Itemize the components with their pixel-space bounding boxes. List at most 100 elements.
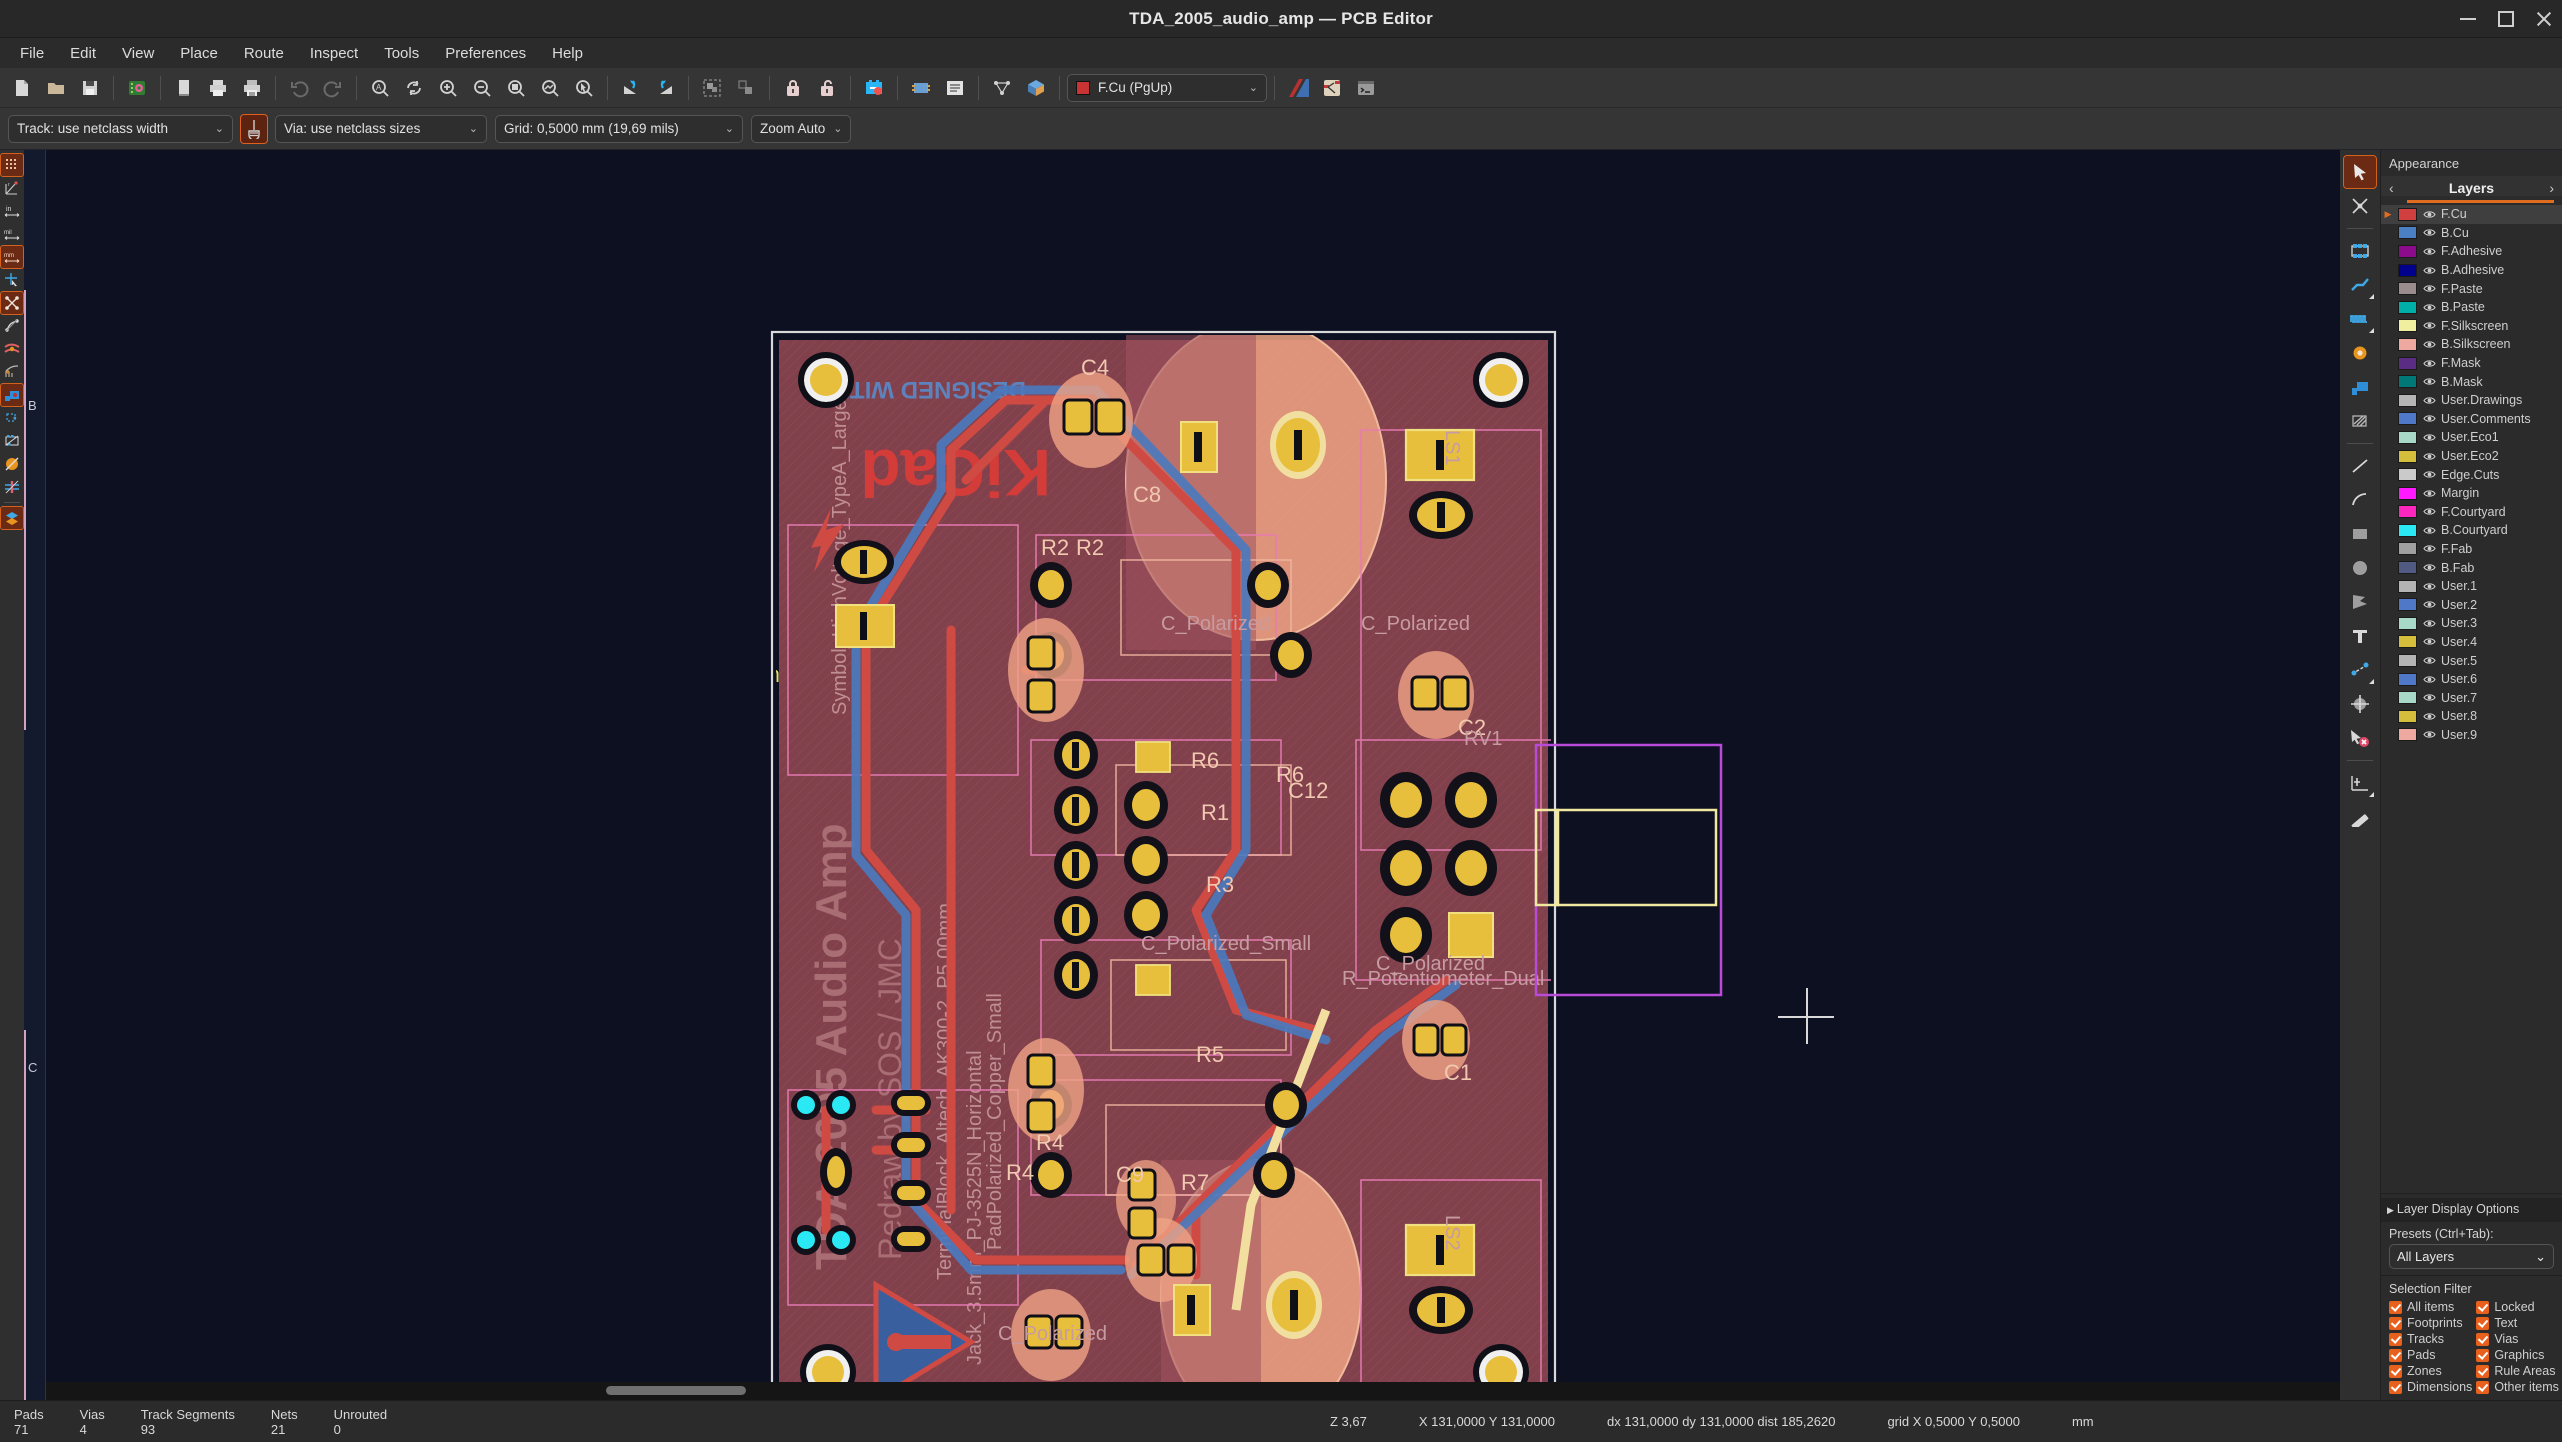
layer-row-user-drawings[interactable]: User.Drawings bbox=[2381, 391, 2562, 410]
layer-color-swatch[interactable] bbox=[2398, 226, 2417, 240]
page-settings-icon[interactable] bbox=[168, 72, 200, 104]
zoom-in-icon[interactable] bbox=[432, 72, 464, 104]
eye-visibility-icon[interactable] bbox=[2422, 321, 2436, 330]
rectangle-icon[interactable] bbox=[2344, 518, 2376, 550]
auto-track-width-icon[interactable] bbox=[240, 113, 268, 144]
menu-file[interactable]: File bbox=[8, 41, 56, 66]
full-crosshair-icon[interactable] bbox=[1, 269, 23, 291]
graphic-sketch-icon[interactable] bbox=[1, 453, 23, 475]
layer-row-edge-cuts[interactable]: Edge.Cuts bbox=[2381, 465, 2562, 484]
eye-visibility-icon[interactable] bbox=[2422, 712, 2436, 721]
layer-row-user-8[interactable]: User.8 bbox=[2381, 707, 2562, 726]
millimeters-icon[interactable]: mm bbox=[0, 245, 24, 269]
checkbox-icon[interactable] bbox=[2389, 1348, 2402, 1362]
filter-graphics[interactable]: Graphics bbox=[2476, 1348, 2559, 1362]
route-track-icon[interactable] bbox=[2344, 269, 2376, 301]
presets-selector[interactable]: All Layers ⌄ bbox=[2389, 1244, 2554, 1269]
footprint-editor-icon[interactable] bbox=[905, 72, 937, 104]
dimension-icon[interactable] bbox=[2344, 654, 2376, 686]
rotate-ccw-icon[interactable] bbox=[615, 72, 647, 104]
menu-route[interactable]: Route bbox=[232, 41, 296, 66]
layer-color-swatch[interactable] bbox=[2398, 263, 2417, 277]
ratsnest-toolbar-icon[interactable] bbox=[986, 72, 1018, 104]
layer-color-swatch[interactable] bbox=[2398, 691, 2417, 705]
tune-meander-icon[interactable] bbox=[2344, 303, 2376, 335]
new-board-icon[interactable] bbox=[6, 72, 38, 104]
layer-row-f-adhesive[interactable]: F.Adhesive bbox=[2381, 242, 2562, 261]
checkbox-icon[interactable] bbox=[2389, 1380, 2402, 1394]
via-sketch-icon[interactable] bbox=[1, 407, 23, 429]
unlock-icon[interactable] bbox=[811, 72, 843, 104]
cursor-arrow-icon[interactable] bbox=[2343, 155, 2377, 189]
scrollbar-thumb[interactable] bbox=[606, 1386, 746, 1395]
track-width-selector[interactable]: Track: use netclass width ⌄ bbox=[8, 114, 233, 143]
line-icon[interactable] bbox=[2344, 450, 2376, 482]
text-icon[interactable] bbox=[2344, 620, 2376, 652]
via-icon[interactable] bbox=[2344, 337, 2376, 369]
layer-row-b-courtyard[interactable]: B.Courtyard bbox=[2381, 521, 2562, 540]
zone-icon[interactable] bbox=[2344, 371, 2376, 403]
layer-row-b-mask[interactable]: B.Mask bbox=[2381, 372, 2562, 391]
checkbox-icon[interactable] bbox=[2476, 1316, 2490, 1330]
zone-outline-icon[interactable] bbox=[1, 361, 23, 383]
layer-row-f-silkscreen[interactable]: F.Silkscreen bbox=[2381, 317, 2562, 336]
next-tab-arrow-icon[interactable]: › bbox=[2549, 180, 2554, 196]
filter-vias[interactable]: Vias bbox=[2476, 1332, 2559, 1346]
save-board-icon[interactable] bbox=[74, 72, 106, 104]
checkbox-icon[interactable] bbox=[2389, 1300, 2402, 1314]
eye-visibility-icon[interactable] bbox=[2422, 414, 2436, 423]
polar-coords-icon[interactable]: r bbox=[1, 177, 23, 199]
layer-color-swatch[interactable] bbox=[2398, 337, 2417, 351]
checkbox-icon[interactable] bbox=[2389, 1316, 2402, 1330]
rotate-cw-icon[interactable] bbox=[649, 72, 681, 104]
mils-icon[interactable]: mil bbox=[1, 223, 23, 245]
menu-preferences[interactable]: Preferences bbox=[433, 41, 538, 66]
filter-text[interactable]: Text bbox=[2476, 1316, 2559, 1330]
layer-color-swatch[interactable] bbox=[2398, 598, 2417, 612]
active-layer-selector[interactable]: F.Cu (PgUp) ⌄ bbox=[1067, 73, 1267, 102]
menu-edit[interactable]: Edit bbox=[58, 41, 108, 66]
layer-color-swatch[interactable] bbox=[2398, 486, 2417, 500]
checkbox-icon[interactable] bbox=[2476, 1348, 2490, 1362]
eye-visibility-icon[interactable] bbox=[2422, 656, 2436, 665]
filter-locked[interactable]: Locked bbox=[2476, 1300, 2559, 1314]
filter-other-items[interactable]: Other items bbox=[2476, 1380, 2559, 1394]
zoom-fit-icon[interactable] bbox=[500, 72, 532, 104]
ruler-icon[interactable] bbox=[2344, 801, 2376, 833]
eye-visibility-icon[interactable] bbox=[2422, 303, 2436, 312]
layer-row-f-courtyard[interactable]: F.Courtyard bbox=[2381, 503, 2562, 522]
pad-sketch-icon[interactable] bbox=[0, 383, 24, 407]
layer-color-swatch[interactable] bbox=[2398, 207, 2417, 221]
menu-place[interactable]: Place bbox=[168, 41, 230, 66]
layer-color-swatch[interactable] bbox=[2398, 654, 2417, 668]
layer-row-margin[interactable]: Margin bbox=[2381, 484, 2562, 503]
drc-icon[interactable] bbox=[858, 72, 890, 104]
layer-color-swatch[interactable] bbox=[2398, 542, 2417, 556]
checkbox-icon[interactable] bbox=[2476, 1364, 2490, 1378]
checkbox-icon[interactable] bbox=[2389, 1332, 2402, 1346]
layers-list[interactable]: ▶ F.Cu B.Cu F.Adhesive B.Adhesive F.Paste B.Pa… bbox=[2381, 203, 2562, 1193]
eye-visibility-icon[interactable] bbox=[2422, 210, 2436, 219]
open-board-icon[interactable] bbox=[40, 72, 72, 104]
zone-fill-icon[interactable] bbox=[1, 338, 23, 360]
layers-manager-icon[interactable] bbox=[0, 506, 24, 530]
3d-viewer-icon[interactable] bbox=[1020, 72, 1052, 104]
menu-help[interactable]: Help bbox=[540, 41, 595, 66]
zoom-out-icon[interactable] bbox=[466, 72, 498, 104]
eye-visibility-icon[interactable] bbox=[2422, 544, 2436, 553]
grid-selector[interactable]: Grid: 0,5000 mm (19,69 mils) ⌄ bbox=[495, 114, 743, 143]
arc-icon[interactable] bbox=[2344, 484, 2376, 516]
filter-zones[interactable]: Zones bbox=[2389, 1364, 2472, 1378]
contrast-mode-icon[interactable] bbox=[1, 476, 23, 498]
layer-color-swatch[interactable] bbox=[2398, 616, 2417, 630]
tab-layers[interactable]: Layers bbox=[2449, 180, 2494, 196]
eye-visibility-icon[interactable] bbox=[2422, 396, 2436, 405]
pcb-canvas-area[interactable]: B C DESIGNED WITH KiCad TDA-2005 Audio A… bbox=[24, 150, 2340, 1400]
eye-visibility-icon[interactable] bbox=[2422, 637, 2436, 646]
layer-color-swatch[interactable] bbox=[2398, 728, 2417, 742]
zoom-objects-icon[interactable] bbox=[534, 72, 566, 104]
maximize-button[interactable] bbox=[2498, 11, 2514, 27]
layer-pair-icon[interactable] bbox=[1282, 72, 1314, 104]
layer-row-b-paste[interactable]: B.Paste bbox=[2381, 298, 2562, 317]
undo-icon[interactable] bbox=[283, 72, 315, 104]
